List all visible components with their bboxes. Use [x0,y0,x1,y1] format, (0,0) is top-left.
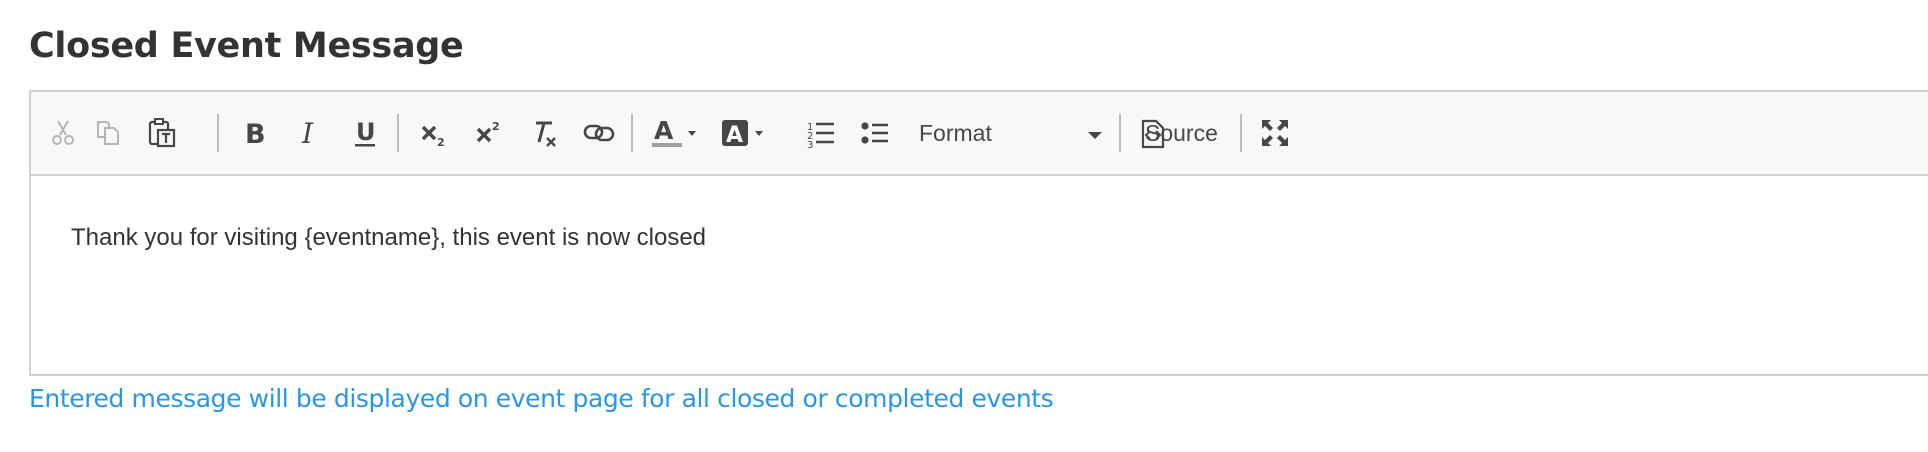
superscript-button[interactable]: 2 [469,110,509,156]
numbered-list-icon: 1 2 3 [806,118,836,148]
background-color-icon: A [719,116,771,150]
paste-as-text-icon [148,118,176,148]
link-icon [583,122,615,144]
superscript-icon: 2 [474,118,504,148]
help-text: Entered message will be displayed on eve… [29,384,1054,413]
svg-text:A: A [726,123,743,148]
svg-text:2: 2 [437,136,445,148]
bold-button[interactable]: B [234,110,274,156]
text-color-icon: A [649,116,701,150]
bulleted-list-button[interactable] [855,110,895,156]
chevron-down-icon [1088,132,1102,139]
remove-format-icon [528,117,560,149]
maximize-button[interactable] [1255,110,1295,156]
bold-icon: B [242,119,266,147]
maximize-icon [1260,118,1290,148]
bulleted-list-icon [860,118,890,148]
italic-button[interactable]: I [290,110,330,156]
format-dropdown-label: Format [919,120,992,146]
remove-format-button[interactable] [524,110,564,156]
page-title: Closed Event Message [29,26,464,66]
page: Closed Event Message B I U 2 2 A A 1 2 3… [0,0,1928,452]
toolbar-separator [1240,114,1242,152]
link-button[interactable] [579,110,619,156]
svg-text:A: A [654,116,674,145]
editor-content[interactable]: Thank you for visiting {eventname}, this… [71,224,706,252]
toolbar-separator [397,114,399,152]
toolbar-separator [217,114,219,152]
background-color-button[interactable]: A [717,110,773,156]
toolbar-separator [631,114,633,152]
subscript-button[interactable]: 2 [414,110,454,156]
underline-button[interactable]: U [345,110,385,156]
copy-button[interactable] [90,110,126,156]
svg-text:U: U [356,118,376,146]
rich-text-editor: B I U 2 2 A A 1 2 3 Format Source Thank … [29,90,1928,376]
source-button-label: Source [1145,120,1218,146]
svg-text:I: I [301,119,314,147]
text-color-button[interactable]: A [647,110,703,156]
scissors-icon [50,119,76,147]
copy-icon [95,119,121,147]
svg-text:B: B [245,119,266,147]
numbered-list-button[interactable]: 1 2 3 [801,110,841,156]
italic-icon: I [298,119,322,147]
underline-icon: U [352,118,378,148]
editor-toolbar: B I U 2 2 A A 1 2 3 Format Source [31,92,1928,176]
svg-text:2: 2 [492,120,500,133]
svg-text:3: 3 [807,140,813,148]
cut-button[interactable] [45,110,81,156]
subscript-icon: 2 [419,118,449,148]
paste-text-button[interactable] [144,110,180,156]
toolbar-separator [1119,114,1121,152]
